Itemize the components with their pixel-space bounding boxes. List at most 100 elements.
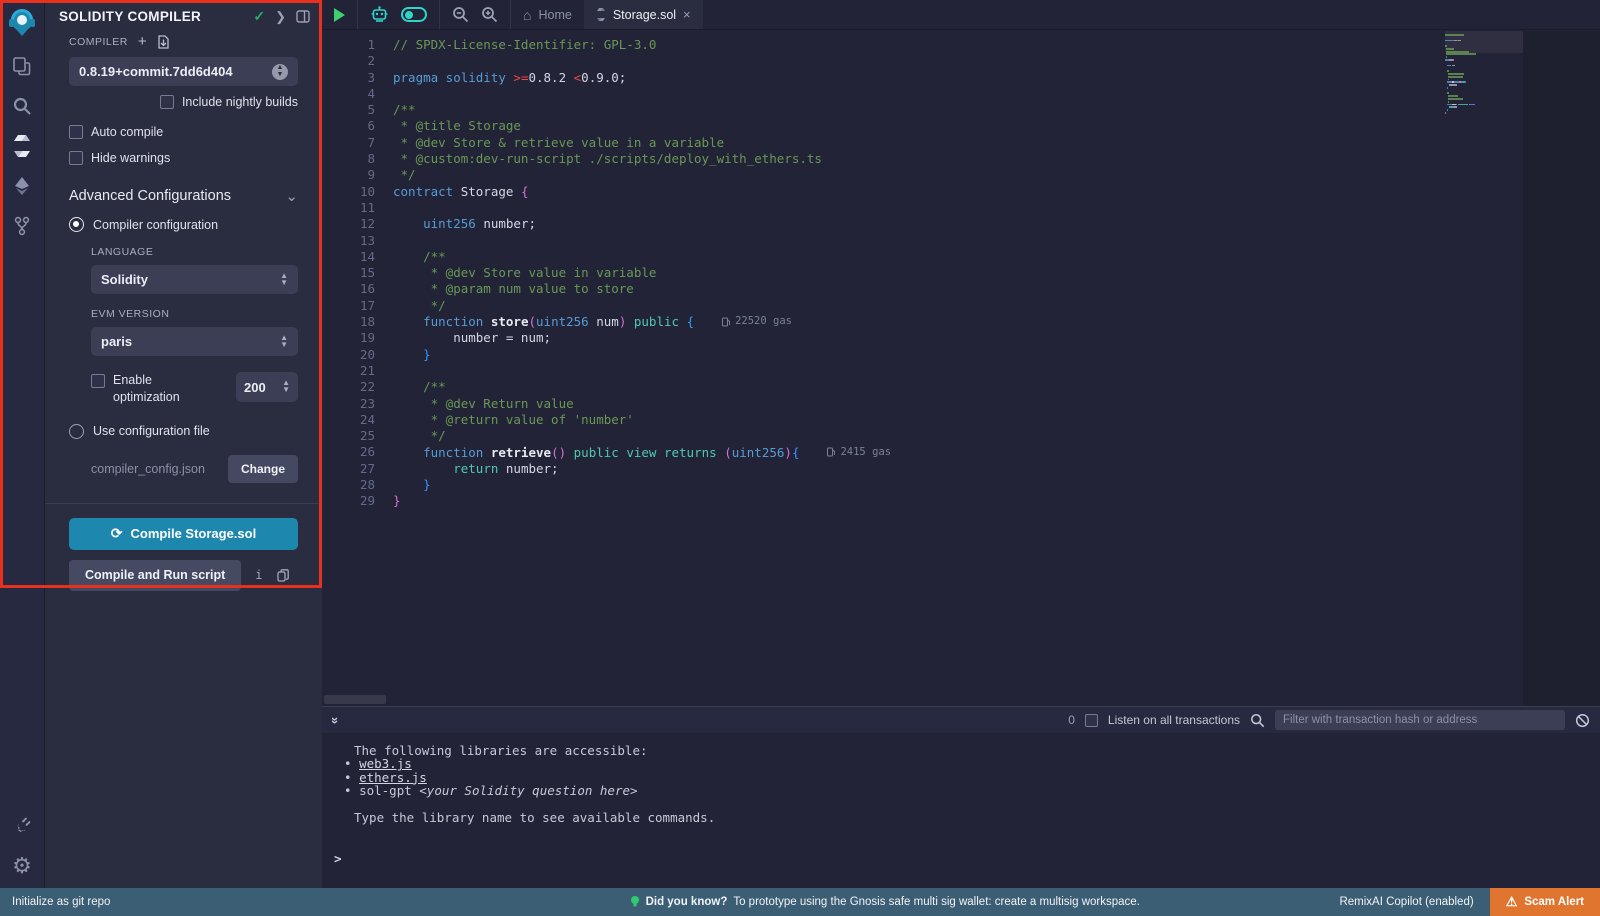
zoom-in-icon[interactable] xyxy=(481,6,498,23)
terminal-search-icon[interactable] xyxy=(1250,713,1265,728)
include-nightly-checkbox[interactable] xyxy=(160,95,174,109)
code-line[interactable]: 11 xyxy=(322,200,891,216)
code-line[interactable]: 2 xyxy=(322,53,891,69)
git-init-status[interactable]: Initialize as git repo xyxy=(0,896,430,908)
clear-console-icon[interactable] xyxy=(1575,713,1590,728)
zoom-out-icon[interactable] xyxy=(452,6,469,23)
advanced-configurations-header[interactable]: Advanced Configurations ⌄ xyxy=(69,187,298,205)
language-select[interactable]: Solidity ▲▼ xyxy=(91,265,298,294)
code-line[interactable]: 12 uint256 number; xyxy=(322,216,891,232)
evm-version-label: EVM VERSION xyxy=(91,308,298,320)
code-editor[interactable]: 1// SPDX-License-Identifier: GPL-3.023pr… xyxy=(322,31,1600,706)
line-number: 19 xyxy=(322,330,375,346)
line-number: 8 xyxy=(322,151,375,167)
compile-success-check-icon: ✓ xyxy=(253,8,265,25)
hide-warnings-checkbox[interactable] xyxy=(69,151,83,165)
change-config-button[interactable]: Change xyxy=(228,455,298,483)
code-line[interactable]: 21 xyxy=(322,363,891,379)
scam-alert-badge[interactable]: ⚠ Scam Alert xyxy=(1490,888,1600,916)
solidity-compiler-icon[interactable] xyxy=(0,126,45,166)
info-icon[interactable]: i xyxy=(255,568,262,582)
code-line[interactable]: 22 /** xyxy=(322,379,891,395)
settings-icon[interactable]: ⚙ xyxy=(0,844,45,888)
code-line[interactable]: 24 * @return value of 'number' xyxy=(322,412,891,428)
minimap[interactable] xyxy=(1445,34,1523,115)
line-number: 26 xyxy=(322,444,375,460)
code-line[interactable]: 29} xyxy=(322,493,891,509)
compile-and-run-button[interactable]: Compile and Run script xyxy=(69,560,241,591)
copilot-status[interactable]: RemixAI Copilot (enabled) xyxy=(1339,896,1489,908)
code-line[interactable]: 20 } xyxy=(322,347,891,363)
auto-compile-checkbox[interactable] xyxy=(69,125,83,139)
close-tab-icon[interactable]: × xyxy=(683,7,691,22)
compiler-configuration-radio[interactable] xyxy=(69,217,84,232)
file-explorer-icon[interactable] xyxy=(0,46,45,86)
line-number: 25 xyxy=(322,428,375,444)
code-line[interactable]: 7 * @dev Store & retrieve value in a var… xyxy=(322,135,891,151)
remix-ai-robot-icon[interactable] xyxy=(370,6,389,24)
code-line[interactable]: 3pragma solidity >=0.8.2 <0.9.0; xyxy=(322,70,891,86)
code-line[interactable]: 6 * @title Storage xyxy=(322,118,891,134)
optimization-runs-input[interactable]: 200 ▲▼ xyxy=(236,372,298,402)
deploy-run-icon[interactable] xyxy=(0,166,45,206)
line-number: 2 xyxy=(322,53,375,69)
code-line[interactable]: 27 return number; xyxy=(322,461,891,477)
search-icon[interactable] xyxy=(0,86,45,126)
line-number: 6 xyxy=(322,118,375,134)
code-text: return number; xyxy=(375,461,559,477)
code-line[interactable]: 26 function retrieve() public view retur… xyxy=(322,444,891,460)
code-line[interactable]: 14 /** xyxy=(322,249,891,265)
code-line[interactable]: 15 * @dev Store value in variable xyxy=(322,265,891,281)
git-icon[interactable] xyxy=(0,206,45,246)
hide-warnings-checkbox-row[interactable]: Hide warnings xyxy=(69,151,298,165)
use-config-file-radio-row[interactable]: Use configuration file xyxy=(69,424,298,439)
remix-logo[interactable] xyxy=(0,0,45,46)
line-number: 27 xyxy=(322,461,375,477)
code-line[interactable]: 4 xyxy=(322,86,891,102)
include-nightly-checkbox-row[interactable]: Include nightly builds xyxy=(69,95,298,109)
code-line[interactable]: 19 number = num; xyxy=(322,330,891,346)
runs-stepper-icon[interactable]: ▲▼ xyxy=(282,380,290,394)
listen-transactions-checkbox[interactable] xyxy=(1085,714,1098,727)
run-script-icon[interactable] xyxy=(334,8,345,22)
terminal-prompt[interactable]: > xyxy=(334,852,1600,865)
code-line[interactable]: 28 } xyxy=(322,477,891,493)
code-line[interactable]: 25 */ xyxy=(322,428,891,444)
add-compiler-icon[interactable]: + xyxy=(138,33,147,50)
terminal-toolbar: » 0 Listen on all transactions Filter wi… xyxy=(322,706,1600,733)
transaction-filter-input[interactable]: Filter with transaction hash or address xyxy=(1275,710,1565,730)
tab-storage-sol[interactable]: Storage.sol × xyxy=(584,0,703,29)
line-number: 11 xyxy=(322,200,375,216)
copilot-toggle[interactable] xyxy=(401,7,427,22)
line-number: 28 xyxy=(322,477,375,493)
pin-panel-icon[interactable] xyxy=(296,10,310,23)
open-file-icon[interactable] xyxy=(157,35,170,49)
chevron-right-icon[interactable]: ❯ xyxy=(275,9,286,25)
code-line[interactable]: 13 xyxy=(322,233,891,249)
code-line[interactable]: 10contract Storage { xyxy=(322,184,891,200)
code-line[interactable]: 18 function store(uint256 num) public {2… xyxy=(322,314,891,330)
code-line[interactable]: 17 */ xyxy=(322,298,891,314)
code-line[interactable]: 5/** xyxy=(322,102,891,118)
code-line[interactable]: 8 * @custom:dev-run-script ./scripts/dep… xyxy=(322,151,891,167)
compiler-configuration-radio-row[interactable]: Compiler configuration xyxy=(69,217,298,232)
auto-compile-label: Auto compile xyxy=(91,125,163,139)
use-config-file-radio[interactable] xyxy=(69,424,84,439)
tab-home[interactable]: ⌂ Home xyxy=(511,0,584,29)
terminal-output[interactable]: The following libraries are accessible:w… xyxy=(322,733,1600,888)
code-line[interactable]: 16 * @param num value to store xyxy=(322,281,891,297)
terminal-collapse-icon[interactable]: » xyxy=(328,716,343,723)
enable-optimization-checkbox[interactable] xyxy=(91,374,105,388)
compile-button[interactable]: ⟳ Compile Storage.sol xyxy=(69,518,298,550)
compiler-section-label: COMPILER + xyxy=(69,33,298,50)
code-content: 1// SPDX-License-Identifier: GPL-3.023pr… xyxy=(322,37,891,510)
auto-compile-checkbox-row[interactable]: Auto compile xyxy=(69,125,298,139)
compiler-version-select[interactable]: 0.8.19+commit.7dd6d404 ▲▼ xyxy=(69,57,298,86)
horizontal-scrollbar-thumb[interactable] xyxy=(324,695,386,704)
code-line[interactable]: 1// SPDX-License-Identifier: GPL-3.0 xyxy=(322,37,891,53)
copy-icon[interactable] xyxy=(277,569,289,582)
evm-version-select[interactable]: paris ▲▼ xyxy=(91,327,298,356)
code-line[interactable]: 23 * @dev Return value xyxy=(322,396,891,412)
plugin-manager-icon[interactable] xyxy=(0,804,45,844)
code-line[interactable]: 9 */ xyxy=(322,167,891,183)
